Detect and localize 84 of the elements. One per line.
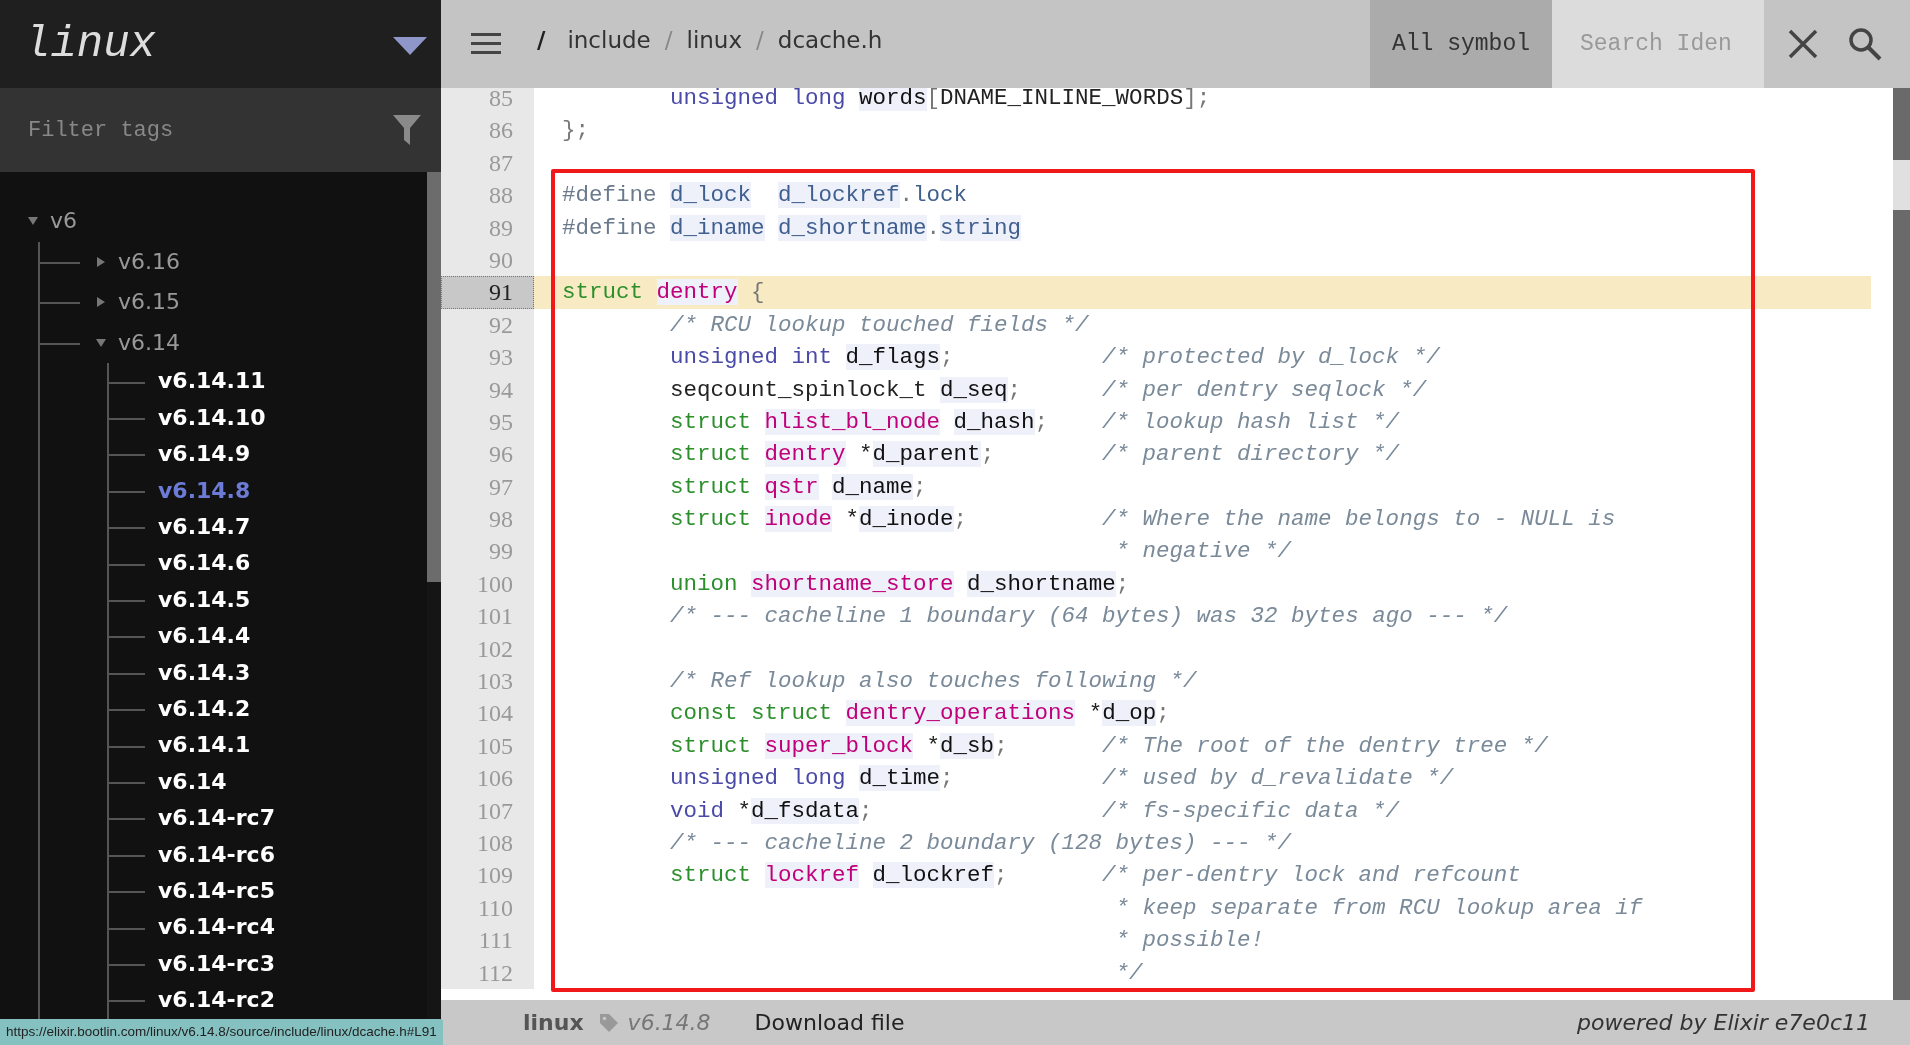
tree-item[interactable]: v6: [50, 201, 78, 242]
tree-item[interactable]: v6.14-rc6: [158, 836, 275, 874]
scrollbar[interactable]: [1893, 88, 1910, 1000]
code-line: /* RCU lookup touched fields */: [670, 311, 1089, 338]
tag-icon: [599, 1013, 618, 1032]
project-title[interactable]: linux: [24, 19, 157, 69]
code-line: };: [562, 117, 589, 144]
tree-item[interactable]: v6.14-rc3: [158, 945, 275, 983]
code-line: const struct dentry_operations *d_op;: [670, 700, 1170, 727]
tree-item[interactable]: v6.14.5: [158, 581, 251, 619]
tree-item[interactable]: v6.14.8: [158, 472, 251, 509]
project-name[interactable]: linux: [523, 1010, 584, 1035]
code-line: #define d_iname d_shortname.string: [562, 214, 1022, 241]
scrollbar-thumb[interactable]: [427, 172, 441, 582]
tree-item[interactable]: v6.14.6: [158, 545, 251, 582]
code-line: unsigned int d_flags;: [670, 344, 954, 371]
code-line: /* --- cacheline 2 boundary (128 bytes) --- */: [670, 830, 1292, 856]
tree-item[interactable]: v6.14.7: [158, 509, 251, 546]
tree-item[interactable]: v6.14-rc5: [158, 873, 275, 910]
caret-icon[interactable]: [96, 297, 106, 308]
code-line: struct dentry *d_parent;: [670, 441, 995, 468]
breadcrumb-root[interactable]: /: [537, 27, 546, 53]
symbol-scope-selector[interactable]: All symbol: [1370, 0, 1552, 88]
caret-icon[interactable]: [96, 338, 106, 349]
scrollbar-thumb[interactable]: [1893, 160, 1910, 210]
breadcrumb-separator: /: [664, 27, 673, 53]
caret-icon[interactable]: [28, 216, 38, 227]
tree-item[interactable]: v6.14.11: [158, 363, 266, 400]
code-line: struct super_block *d_sb;: [670, 732, 1008, 759]
code-line: union shortname_store d_shortname;: [670, 570, 1130, 597]
code-comment: /* per dentry seqlock */: [1102, 375, 1427, 405]
code-comment: /* parent directory */: [1102, 440, 1400, 470]
tree-item[interactable]: v6.14.2: [158, 691, 251, 728]
code-comment: * negative */: [1115, 537, 1292, 567]
tree-item[interactable]: v6.14.3: [158, 654, 251, 692]
menu-icon[interactable]: [471, 33, 501, 55]
tree-item[interactable]: v6.15: [118, 282, 180, 323]
tree-item[interactable]: v6.16: [118, 241, 180, 283]
code-comment: /* protected by d_lock */: [1102, 343, 1440, 373]
filter-field[interactable]: Filter tags: [0, 88, 441, 172]
code-line: struct qstr d_name;: [670, 473, 927, 500]
code-comment: /* lookup hash list */: [1102, 407, 1400, 437]
code-comment: */: [1115, 958, 1143, 988]
tree-item[interactable]: v6.14-rc4: [158, 909, 275, 946]
code-comment: * keep separate from RCU lookup area if: [1115, 893, 1643, 923]
code-line: #define d_lock d_lockref.lock: [562, 182, 968, 209]
code-comment: * possible!: [1115, 926, 1265, 956]
tree-item[interactable]: v6.14.4: [158, 618, 251, 655]
search-icon[interactable]: [1848, 27, 1882, 61]
code-comment: /* The root of the dentry tree */: [1102, 731, 1548, 761]
breadcrumb-link[interactable]: dcache.h: [777, 27, 883, 53]
version-label: v6.14.8: [627, 1010, 711, 1035]
code-line: seqcount_spinlock_t d_seq;: [670, 376, 1022, 403]
code-comment: /* fs-specific data */: [1102, 796, 1400, 826]
code-comment: /* used by d_revalidate */: [1102, 764, 1454, 794]
tree-item[interactable]: v6.14.1: [158, 727, 251, 764]
link-preview-tooltip: https://elixir.bootlin.com/linux/v6.14.8/source/include/linux/dcache.h#L91: [0, 1019, 443, 1045]
search-field[interactable]: Search Iden: [1552, 0, 1764, 88]
code-line: struct inode *d_inode;: [670, 506, 968, 533]
code-line: /* Ref lookup also touches following */: [670, 668, 1197, 695]
download-link[interactable]: Download file: [754, 1010, 905, 1035]
code-line: /* --- cacheline 1 boundary (64 bytes) was 32 bytes ago --- */: [670, 603, 1508, 630]
code-comment: /* per-dentry lock and refcount: [1102, 861, 1521, 891]
tree-item[interactable]: v6.14-rc2: [158, 982, 275, 1019]
filter-icon[interactable]: [393, 115, 421, 145]
powered-by-text[interactable]: powered by Elixir e7e0c11: [1577, 1010, 1870, 1035]
breadcrumb-separator: /: [756, 27, 764, 53]
tree-item[interactable]: v6.14: [118, 322, 180, 364]
code-comment: /* Where the name belongs to - NULL is: [1102, 505, 1616, 535]
dropdown-triangle-icon[interactable]: [393, 37, 427, 55]
code-line: unsigned long words[DNAME_INLINE_WORDS];: [670, 88, 1211, 111]
caret-icon[interactable]: [96, 256, 106, 267]
close-icon[interactable]: [1788, 29, 1818, 59]
breadcrumb-link[interactable]: include: [567, 27, 651, 53]
tree-item[interactable]: v6.14.10: [158, 399, 266, 437]
code-line: struct dentry {: [562, 279, 765, 306]
tree-item[interactable]: v6.14: [158, 763, 227, 801]
tree-item[interactable]: v6.14-rc7: [158, 800, 275, 837]
code-line: struct hlist_bl_node d_hash;: [670, 408, 1049, 435]
breadcrumb-link[interactable]: linux: [686, 27, 743, 53]
tree-item[interactable]: v6.14.9: [158, 436, 251, 473]
line-number[interactable]: 91: [441, 276, 534, 309]
code-line: unsigned long d_time;: [670, 765, 954, 792]
code-line: struct lockref d_lockref;: [670, 862, 1008, 889]
